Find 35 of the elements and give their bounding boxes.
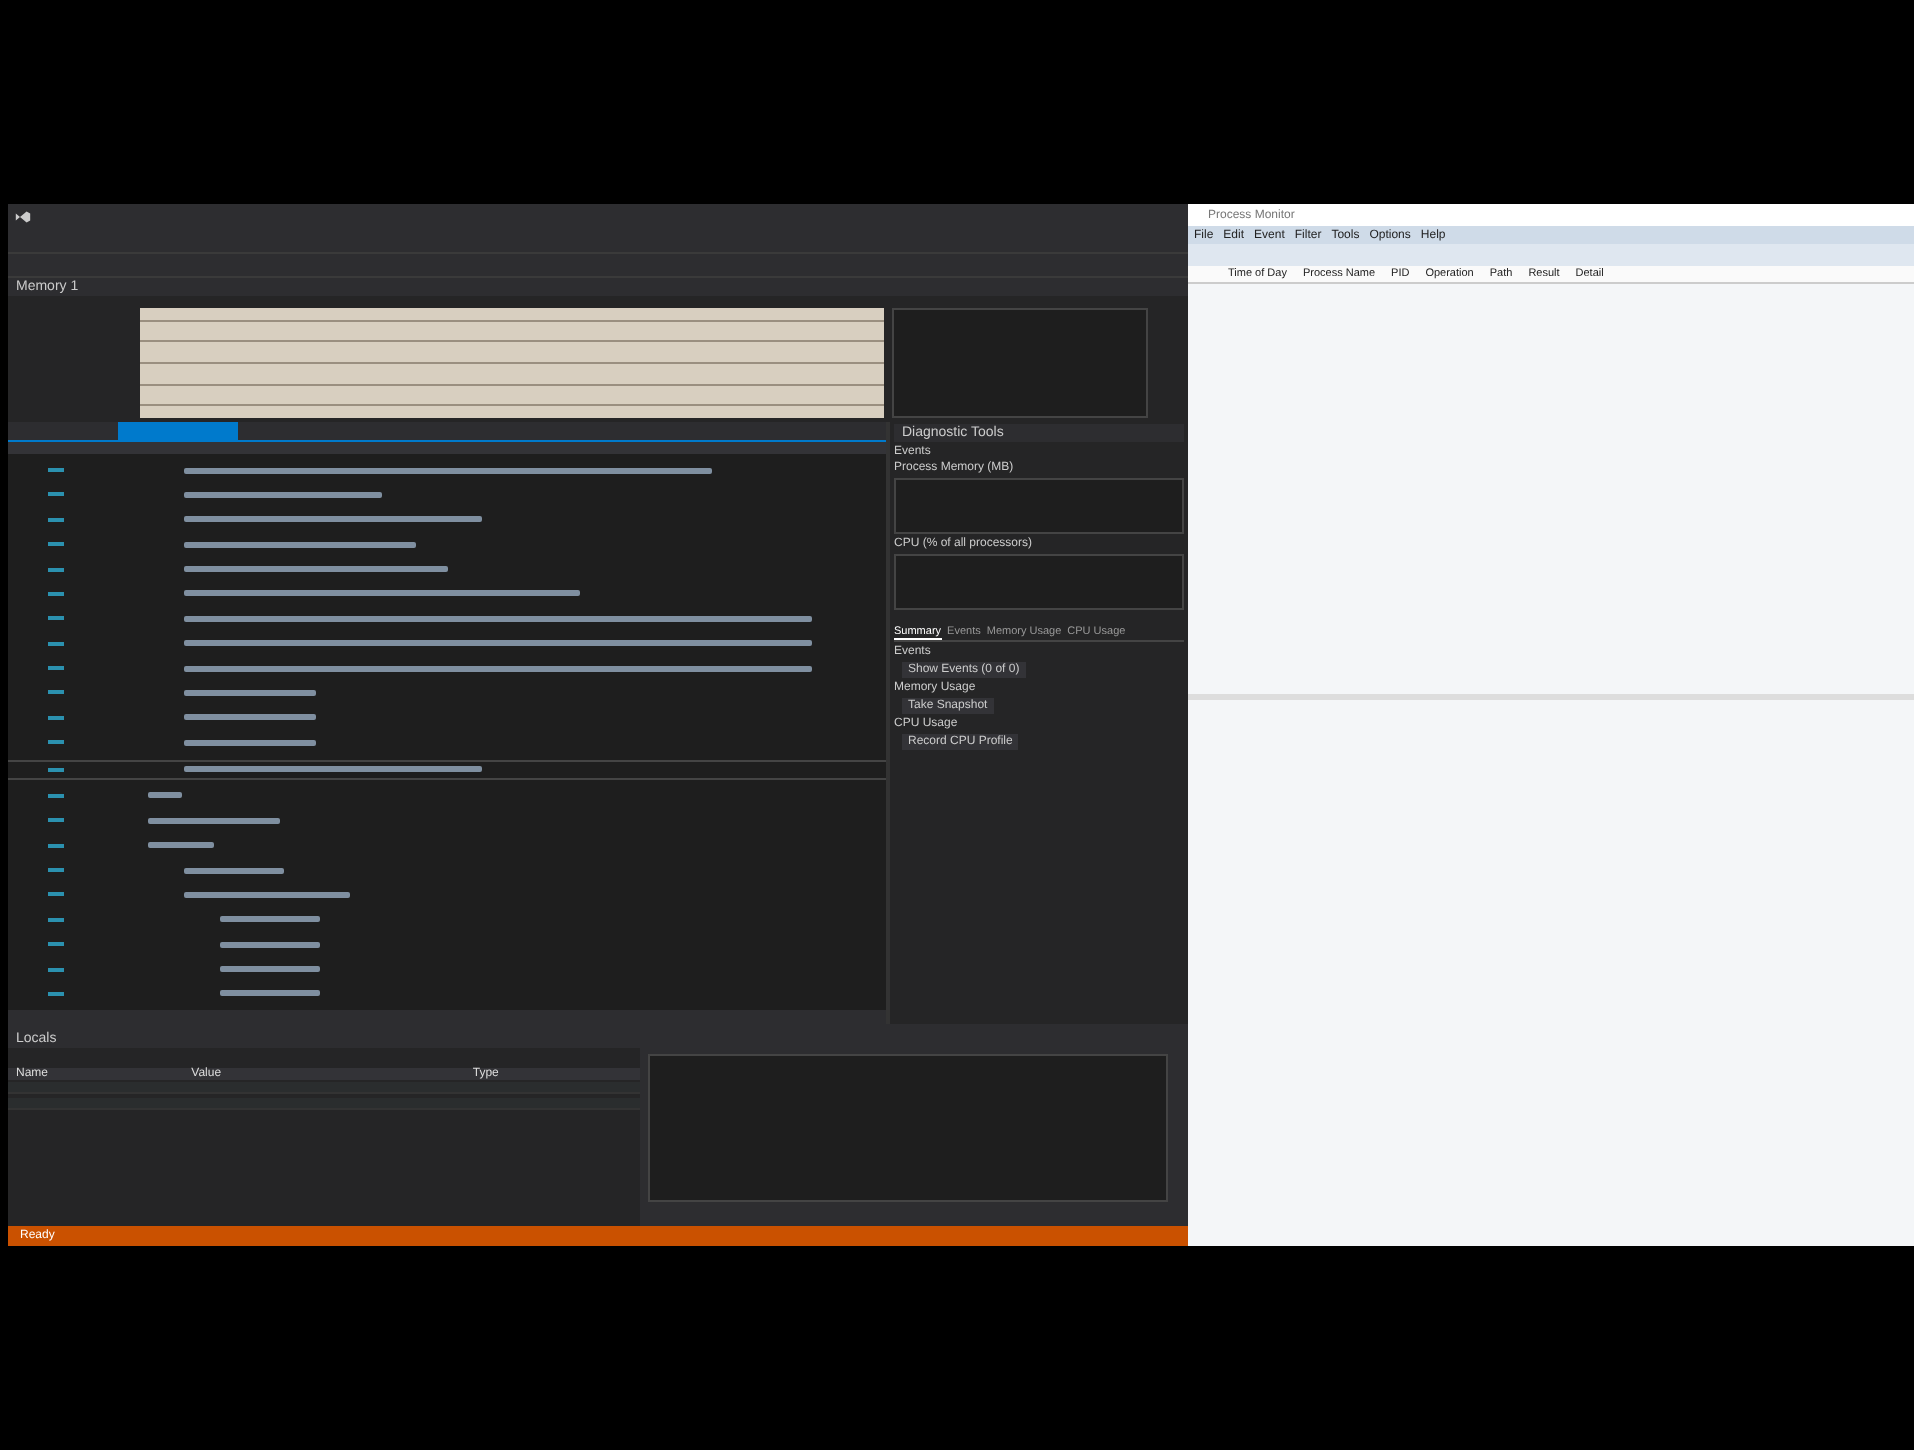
- line-number-mark: [48, 641, 64, 646]
- app-logo-icon: [14, 208, 32, 226]
- code-line: [148, 842, 214, 849]
- code-line: [220, 916, 319, 923]
- line-number-mark: [48, 967, 64, 971]
- line-number-mark: [48, 892, 64, 897]
- document-tab[interactable]: [118, 422, 238, 440]
- code-line: [220, 966, 319, 972]
- code-line: [148, 792, 181, 799]
- code-line: [220, 990, 319, 997]
- line-number-mark: [48, 715, 64, 720]
- line-number-mark: [48, 917, 64, 922]
- line-number-mark: [48, 843, 64, 848]
- code-line: [184, 689, 316, 696]
- line-number-mark: [48, 793, 64, 798]
- line-number-mark: [48, 542, 64, 547]
- line-number-mark: [48, 517, 64, 522]
- line-number-mark: [48, 868, 64, 872]
- line-number-mark: [48, 690, 64, 695]
- line-number-mark: [48, 666, 64, 670]
- line-number-mark: [48, 591, 64, 596]
- line-number-mark: [48, 767, 64, 771]
- line-number-mark: [48, 942, 64, 947]
- code-line: [184, 867, 283, 873]
- code-line: [184, 739, 316, 746]
- code-line: [184, 714, 316, 721]
- code-line: [220, 941, 319, 948]
- code-line: [148, 817, 280, 824]
- line-number-mark: [48, 740, 64, 745]
- line-number-mark: [48, 818, 64, 823]
- line-number-mark: [48, 492, 64, 497]
- line-number-mark: [48, 567, 64, 571]
- line-number-mark: [48, 468, 64, 472]
- line-number-mark: [48, 991, 64, 996]
- line-number-mark: [48, 616, 64, 621]
